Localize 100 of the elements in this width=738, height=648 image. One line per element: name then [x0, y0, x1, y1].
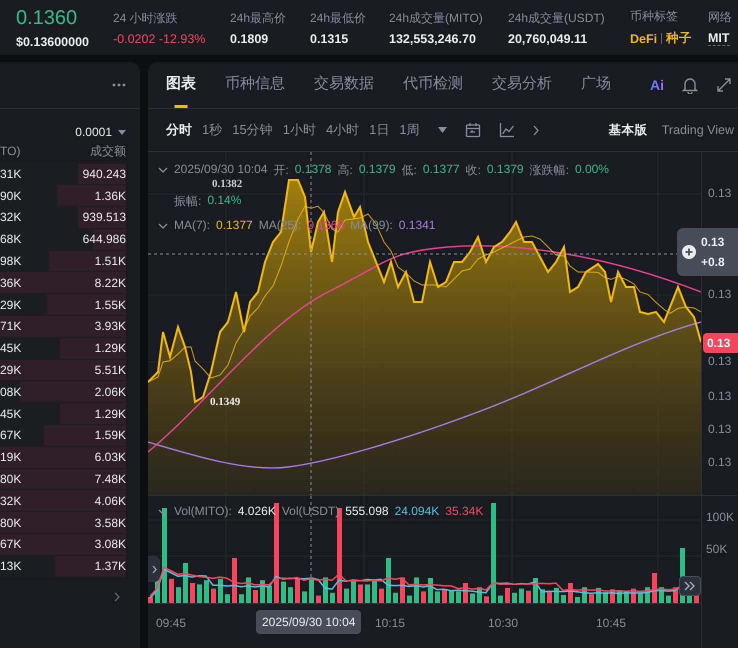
- order-book-row[interactable]: 08K 2.06K: [0, 380, 126, 403]
- coin-tag[interactable]: 种子: [666, 30, 692, 47]
- order-book-row[interactable]: 32K 939.513: [0, 206, 126, 228]
- order-book-row[interactable]: 13K 1.37K: [0, 555, 126, 578]
- ai-button[interactable]: Ai: [650, 77, 664, 93]
- interval-button[interactable]: 1日: [369, 121, 390, 139]
- order-book-row[interactable]: 71K 3.93K: [0, 316, 126, 338]
- total-cell: 5.51K: [94, 363, 126, 378]
- stat-value: 20,760,049.11: [508, 32, 588, 46]
- amount-cell: 67K: [0, 537, 22, 552]
- price-axis-label: 0.13: [708, 455, 732, 469]
- chart-tab[interactable]: 广场: [581, 62, 611, 108]
- legend-label: 收:: [466, 162, 481, 179]
- amount-cell: 08K: [0, 384, 22, 399]
- amount-cell: 29K: [0, 363, 22, 378]
- price-axis-label: 0.13: [708, 389, 732, 403]
- chart-tab[interactable]: 代币检测: [403, 62, 463, 108]
- caret-down-icon[interactable]: [438, 127, 447, 133]
- order-book-row[interactable]: 45K 1.29K: [0, 402, 126, 425]
- chart-version-tab[interactable]: 基本版: [608, 122, 648, 138]
- order-book-row[interactable]: 29K 5.51K: [0, 359, 126, 381]
- more-icon[interactable]: [112, 83, 126, 87]
- order-book-row[interactable]: 68K 644.986: [0, 228, 126, 250]
- line-chart-icon[interactable]: [498, 122, 515, 138]
- chart-tab[interactable]: 币种信息: [225, 62, 285, 108]
- double-chevron-icon: [683, 581, 697, 591]
- stat-value: -0.0202 -12.93%: [113, 32, 206, 46]
- last-price: 0.1360: [16, 6, 78, 30]
- total-cell: 3.93K: [94, 319, 126, 334]
- interval-button[interactable]: 分时: [166, 121, 192, 139]
- order-book-row[interactable]: 67K 1.59K: [0, 424, 126, 446]
- order-book-row[interactable]: 67K 3.08K: [0, 534, 126, 556]
- total-cell: 1.37K: [94, 559, 126, 574]
- column-header: TO): [0, 144, 20, 158]
- crosshair-price: 0.13: [701, 235, 725, 249]
- coin-tag[interactable]: DeFi: [630, 32, 658, 46]
- stat-value: 132,553,246.70: [389, 32, 477, 46]
- bell-icon[interactable]: [682, 76, 698, 94]
- chevron-down-icon[interactable]: [158, 223, 168, 229]
- order-book-row[interactable]: 19K 6.03K: [0, 446, 126, 468]
- expand-icon[interactable]: [716, 77, 732, 93]
- caret-down-icon[interactable]: [118, 130, 126, 134]
- volume-axis-label: 50K: [706, 542, 728, 556]
- chart-tab[interactable]: 交易分析: [492, 62, 552, 108]
- tick-size-dropdown[interactable]: 0.0001: [75, 125, 126, 139]
- order-book-row[interactable]: 31K 940.243: [0, 163, 126, 185]
- stat-label: 网络: [708, 9, 733, 26]
- expand-left-button[interactable]: [148, 556, 160, 582]
- chevron-right-icon: [152, 564, 156, 574]
- price-axis-label: 0.13: [708, 186, 732, 200]
- interval-button[interactable]: 1小时: [282, 121, 316, 139]
- chevron-right-icon[interactable]: [114, 592, 120, 602]
- chevron-down-icon[interactable]: [158, 509, 168, 515]
- interval-button[interactable]: 4小时: [326, 121, 360, 139]
- crosshair-change: +0.8: [701, 255, 725, 269]
- chart-tab[interactable]: 图表: [166, 62, 196, 108]
- total-cell: 2.06K: [94, 384, 126, 399]
- amount-cell: 45K: [0, 341, 22, 356]
- order-book-row[interactable]: 36K 8.22K: [0, 272, 126, 294]
- calendar-icon[interactable]: [464, 122, 481, 138]
- amount-cell: 80K: [0, 516, 22, 530]
- order-book-row[interactable]: 80K 7.48K: [0, 468, 126, 490]
- plus-circle-icon[interactable]: [682, 245, 696, 259]
- stat-value: 0.1315: [310, 32, 350, 46]
- scroll-to-latest-button[interactable]: [679, 576, 701, 596]
- amount-cell: 80K: [0, 472, 22, 486]
- total-cell: 6.03K: [94, 450, 126, 464]
- order-book-row[interactable]: 98K 1.51K: [0, 250, 126, 272]
- legend-label: 振幅:: [174, 193, 202, 210]
- total-cell: 3.08K: [94, 537, 126, 552]
- usd-price: $0.13600000: [16, 34, 90, 48]
- total-cell: 1.55K: [94, 298, 126, 312]
- network-value[interactable]: MIT: [708, 31, 730, 46]
- chart-tab[interactable]: 交易数据: [314, 62, 374, 108]
- chart-version-tab[interactable]: Trading View: [662, 122, 734, 138]
- ma-value: 0.1368: [307, 218, 344, 232]
- chevron-down-icon[interactable]: [158, 167, 168, 173]
- chevron-right-icon[interactable]: [532, 124, 539, 136]
- legend-time: 2025/09/30 10:04: [174, 162, 268, 178]
- price-axis-label: 0.13: [708, 422, 732, 436]
- legend-value: 0.1379: [358, 162, 396, 178]
- order-book-row[interactable]: 29K 1.55K: [0, 294, 126, 316]
- legend-value: 0.00%: [574, 162, 609, 178]
- order-book-row[interactable]: 90K 1.36K: [0, 184, 126, 207]
- interval-button[interactable]: 1秒: [202, 121, 222, 139]
- total-cell: 644.986: [82, 232, 126, 246]
- volume-axis-label: 100K: [706, 510, 736, 524]
- total-cell: 1.51K: [94, 254, 126, 268]
- amount-cell: 67K: [0, 428, 22, 442]
- interval-button[interactable]: 1周: [399, 121, 420, 139]
- stat-label: 币种标签: [630, 8, 679, 25]
- interval-button[interactable]: 15分钟: [232, 121, 273, 139]
- volume-value: 35.34K: [445, 504, 484, 518]
- column-header: 成交额: [90, 142, 126, 160]
- order-book-row[interactable]: 80K 3.58K: [0, 512, 126, 534]
- amount-cell: 68K: [0, 232, 22, 246]
- order-book-row[interactable]: 45K 1.29K: [0, 337, 126, 360]
- order-book-row[interactable]: 32K 4.06K: [0, 490, 126, 512]
- legend-value: 0.1377: [422, 162, 460, 178]
- last-price-tag: 0.13: [703, 333, 738, 353]
